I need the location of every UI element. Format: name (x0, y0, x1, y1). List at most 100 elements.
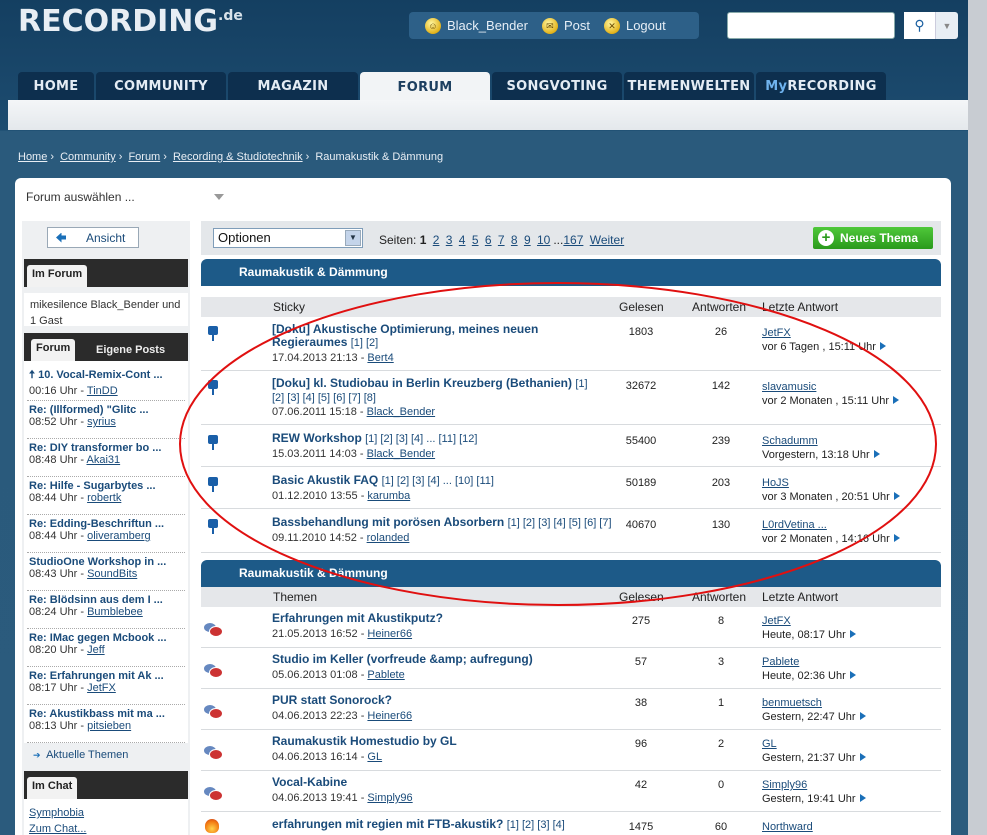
tab-im-forum[interactable]: Im Forum (27, 265, 88, 287)
recent-post-title[interactable]: Re: DIY transformer bo ... (29, 442, 185, 454)
page-link[interactable]: 9 (524, 233, 531, 247)
chat-link[interactable]: Zum Chat... (29, 823, 86, 835)
post-link[interactable]: ✉ Post (541, 17, 590, 34)
list-item[interactable]: Re: IMac gegen Mcbook ... 08:20 Uhr - Jef… (29, 632, 185, 656)
search-button[interactable]: ⚲ ▼ (904, 12, 958, 39)
list-item[interactable]: Re: Erfahrungen mit Ak ... 08:17 Uhr - Je… (29, 670, 185, 694)
tab-eigene-posts[interactable]: Eigene Posts (96, 344, 165, 356)
tab-myrecording[interactable]: My RECORDING (756, 72, 886, 100)
tab-themenwelten[interactable]: THEMENWELTEN (624, 72, 754, 100)
page-link-last[interactable]: 167 (563, 233, 583, 247)
online-users: mikesilence Black_Bender und 1 Gast (24, 293, 188, 327)
thread-title[interactable]: erfahrungen mit regien mit FTB-akustik? … (272, 818, 565, 832)
recent-post-title[interactable]: 🠅 10. Vocal-Remix-Cont ... (29, 366, 185, 385)
recent-post-title[interactable]: Re: Hilfe - Sugarbytes ... (29, 480, 185, 492)
page-link[interactable]: 7 (498, 233, 505, 247)
page-link[interactable]: 6 (485, 233, 492, 247)
thread-author[interactable]: Heiner66 (367, 628, 412, 640)
new-thread-button[interactable]: + Neues Thema (813, 227, 933, 249)
recent-post-user[interactable]: SoundBits (87, 568, 137, 580)
pagination: Seiten: 1 2 3 4 5 6 7 8 9 10 ...167 Weite… (379, 233, 625, 247)
site-logo[interactable]: RECORDING.de (18, 4, 243, 39)
page-link[interactable]: 3 (446, 233, 453, 247)
last-post-user[interactable]: Northward (762, 821, 813, 833)
optionen-select[interactable]: Optionen ▼ (213, 228, 363, 248)
page-link[interactable]: 4 (459, 233, 466, 247)
aktuelle-themen-link[interactable]: ➔ Aktuelle Themen (33, 749, 128, 761)
tab-songvoting[interactable]: SONGVOTING (492, 72, 622, 100)
tab-forum-posts[interactable]: Forum (31, 339, 76, 361)
tab-home[interactable]: HOME (18, 72, 94, 100)
thread-title[interactable]: PUR statt Sonorock? (272, 694, 392, 707)
thread-author[interactable]: Simply96 (367, 792, 412, 804)
chat-user[interactable]: Symphobia (29, 807, 84, 819)
page-link[interactable]: 8 (511, 233, 518, 247)
tab-im-chat[interactable]: Im Chat (27, 777, 78, 799)
answer-count: 0 (717, 779, 725, 791)
last-post-user[interactable]: Pablete (762, 656, 799, 668)
divider (27, 514, 185, 515)
tab-community[interactable]: COMMUNITY (96, 72, 226, 100)
thread-title[interactable]: Vocal-Kabine (272, 776, 347, 789)
page-link[interactable]: 2 (433, 233, 440, 247)
thread-author[interactable]: Heiner66 (367, 710, 412, 722)
last-post-user[interactable]: JetFX (762, 615, 791, 627)
page-link[interactable]: 10 (537, 233, 550, 247)
recent-post-user[interactable]: Jeff (87, 644, 105, 656)
recent-post-title[interactable]: Re: Edding-Beschriftun ... (29, 518, 185, 530)
list-item[interactable]: Re: Hilfe - Sugarbytes ... 08:44 Uhr - ro… (29, 480, 185, 504)
recent-post-title[interactable]: Re: Akustikbass mit ma ... (29, 708, 185, 720)
logout-link[interactable]: ✕ Logout (603, 17, 666, 34)
ansicht-button[interactable]: Ansicht (47, 227, 139, 248)
user-link[interactable]: ☺ Black_Bender (425, 17, 528, 34)
recent-post-user[interactable]: TinDD (87, 385, 118, 397)
recent-post-user[interactable]: JetFX (87, 682, 116, 694)
read-count: 38 (634, 697, 648, 709)
list-item[interactable]: Re: DIY transformer bo ... 08:48 Uhr - Ak… (29, 442, 185, 466)
page-link[interactable]: 5 (472, 233, 479, 247)
last-post-user[interactable]: benmuetsch (762, 697, 822, 709)
read-count: 42 (634, 779, 648, 791)
thread-author[interactable]: GL (367, 751, 382, 763)
recent-post-title[interactable]: Re: Erfahrungen mit Ak ... (29, 670, 185, 682)
thread-title[interactable]: Studio im Keller (vorfreude &amp; aufreg… (272, 653, 533, 666)
recent-post-title[interactable]: Re: Blödsinn aus dem I ... (29, 594, 185, 606)
go-to-post-icon[interactable] (859, 712, 866, 720)
thread-author[interactable]: Pablete (367, 669, 404, 681)
divider (27, 628, 185, 629)
recent-post-user[interactable]: oliveramberg (87, 530, 151, 542)
recent-post-title[interactable]: StudioOne Workshop in ... (29, 556, 185, 568)
tab-magazin[interactable]: MAGAZIN (228, 72, 358, 100)
recent-post-title[interactable]: Re: (Illformed) "Glitc ... (29, 404, 185, 416)
breadcrumb-forum[interactable]: Forum (128, 151, 160, 163)
list-item[interactable]: Re: Akustikbass mit ma ... 08:13 Uhr - pi… (29, 708, 185, 732)
breadcrumb-home[interactable]: Home (18, 151, 47, 163)
next-page-link[interactable]: Weiter (590, 233, 624, 247)
list-item[interactable]: 🠅 10. Vocal-Remix-Cont ... 00:16 Uhr - Ti… (29, 366, 185, 397)
list-item[interactable]: Re: Blödsinn aus dem I ... 08:24 Uhr - Bu… (29, 594, 185, 618)
recent-post-user[interactable]: pitsieben (87, 720, 131, 732)
last-post-user[interactable]: GL (762, 738, 777, 750)
recent-post-user[interactable]: syrius (87, 416, 116, 428)
search-input[interactable] (727, 12, 895, 39)
go-to-post-icon[interactable] (859, 794, 866, 802)
forum-select[interactable]: Forum auswählen ... (16, 182, 242, 212)
recent-post-title[interactable]: Re: IMac gegen Mcbook ... (29, 632, 185, 644)
recent-post-user[interactable]: Bumblebee (87, 606, 143, 618)
tab-forum[interactable]: FORUM (360, 72, 490, 102)
thread-title[interactable]: Raumakustik Homestudio by GL (272, 735, 457, 748)
chevron-down-icon[interactable]: ▼ (936, 12, 958, 39)
go-to-post-icon[interactable] (859, 753, 866, 761)
recent-post-user[interactable]: robertk (87, 492, 121, 504)
list-item[interactable]: Re: (Illformed) "Glitc ... 08:52 Uhr - sy… (29, 404, 185, 428)
last-post-user[interactable]: Simply96 (762, 779, 807, 791)
go-to-post-icon[interactable] (849, 630, 856, 638)
answer-count: 1 (717, 697, 725, 709)
recent-post-user[interactable]: Akai31 (86, 454, 120, 466)
list-item[interactable]: StudioOne Workshop in ... 08:43 Uhr - Sou… (29, 556, 185, 580)
go-to-post-icon[interactable] (849, 671, 856, 679)
list-item[interactable]: Re: Edding-Beschriftun ... 08:44 Uhr - ol… (29, 518, 185, 542)
breadcrumb-category[interactable]: Recording & Studiotechnik (173, 151, 303, 163)
breadcrumb-community[interactable]: Community (60, 151, 116, 163)
thread-title[interactable]: Erfahrungen mit Akustikputz? (272, 612, 443, 625)
